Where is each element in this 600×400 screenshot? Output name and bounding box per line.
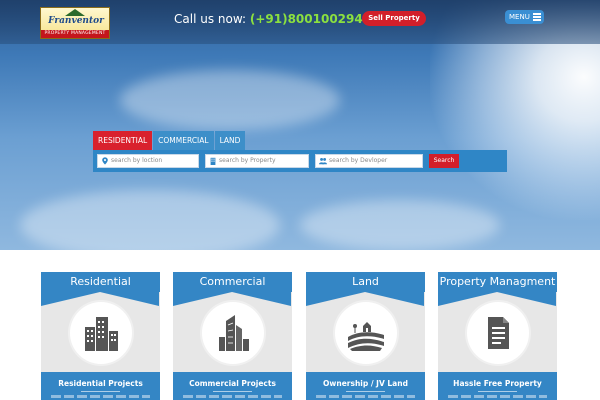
logo-roof-icon — [65, 9, 85, 16]
commercial-card[interactable]: Commercial Commercial Projects — [173, 272, 292, 400]
call-label: Call us now: — [174, 12, 250, 26]
cloud — [20, 190, 280, 250]
card-icon-circle — [70, 302, 132, 364]
tab-residential[interactable]: RESIDENTIAL — [93, 131, 153, 150]
hero-banner: Franventor PROPERTY MANAGEMENT Call us n… — [0, 0, 600, 250]
search-tabs: RESIDENTIAL COMMERCIAL LAND — [93, 131, 246, 150]
card-heading: Property Managment — [438, 272, 557, 292]
land-card[interactable]: Land Ownership / JV Land — [306, 272, 425, 400]
card-heading: Land — [306, 272, 425, 292]
developer-search-input[interactable]: search by Devloper — [315, 154, 423, 168]
menu-button[interactable]: MENU — [505, 10, 544, 24]
logo-text: Franventor — [48, 16, 104, 26]
card-icon-circle — [467, 302, 529, 364]
card-divider — [213, 391, 252, 392]
card-subtext-placeholder — [51, 395, 150, 398]
map-pin-icon — [102, 157, 108, 165]
logo-subtitle: PROPERTY MANAGEMENT — [41, 30, 109, 38]
search-bar: search by loction search by Property sea… — [93, 150, 507, 172]
card-subtext-placeholder — [183, 395, 282, 398]
card-heading: Commercial — [173, 272, 292, 292]
card-icon-circle — [202, 302, 264, 364]
site-header: Franventor PROPERTY MANAGEMENT Call us n… — [0, 0, 600, 44]
property-search-input[interactable]: search by Property — [205, 154, 309, 168]
users-icon — [319, 157, 327, 165]
card-subtext-placeholder — [316, 395, 415, 398]
location-placeholder: search by loction — [111, 157, 163, 164]
developer-placeholder: search by Devloper — [329, 157, 388, 164]
buildings-icon — [85, 317, 118, 351]
land-icon — [348, 322, 384, 351]
card-icon-circle — [335, 302, 397, 364]
building-icon — [210, 157, 216, 165]
card-divider — [346, 391, 385, 392]
card-divider — [478, 391, 517, 392]
menu-label: MENU — [509, 13, 530, 21]
tab-land[interactable]: LAND — [214, 131, 246, 150]
card-heading: Residential — [41, 272, 160, 292]
tab-commercial[interactable]: COMMERCIAL — [153, 131, 214, 150]
property-placeholder: search by Property — [219, 157, 276, 164]
card-subtext-placeholder — [448, 395, 547, 398]
search-button[interactable]: Search — [429, 154, 459, 168]
document-icon — [488, 317, 509, 349]
card-title: Commercial Projects — [189, 379, 276, 388]
card-title: Ownership / JV Land — [323, 379, 408, 388]
residential-card[interactable]: Residential Residential Projects — [41, 272, 160, 400]
card-title: Hassle Free Property — [453, 379, 542, 388]
logo[interactable]: Franventor PROPERTY MANAGEMENT — [40, 7, 110, 39]
card-title: Residential Projects — [58, 379, 143, 388]
call-us: Call us now: (+91)8001002941/42 — [174, 12, 392, 26]
sell-property-button[interactable]: Sell Property — [362, 11, 426, 26]
office-tower-icon — [219, 315, 249, 351]
property-management-card[interactable]: Property Managment Hassle Free Property — [438, 272, 557, 400]
cloud — [120, 70, 340, 130]
hamburger-icon — [533, 13, 541, 21]
location-search-input[interactable]: search by loction — [97, 154, 199, 168]
card-divider — [81, 391, 120, 392]
